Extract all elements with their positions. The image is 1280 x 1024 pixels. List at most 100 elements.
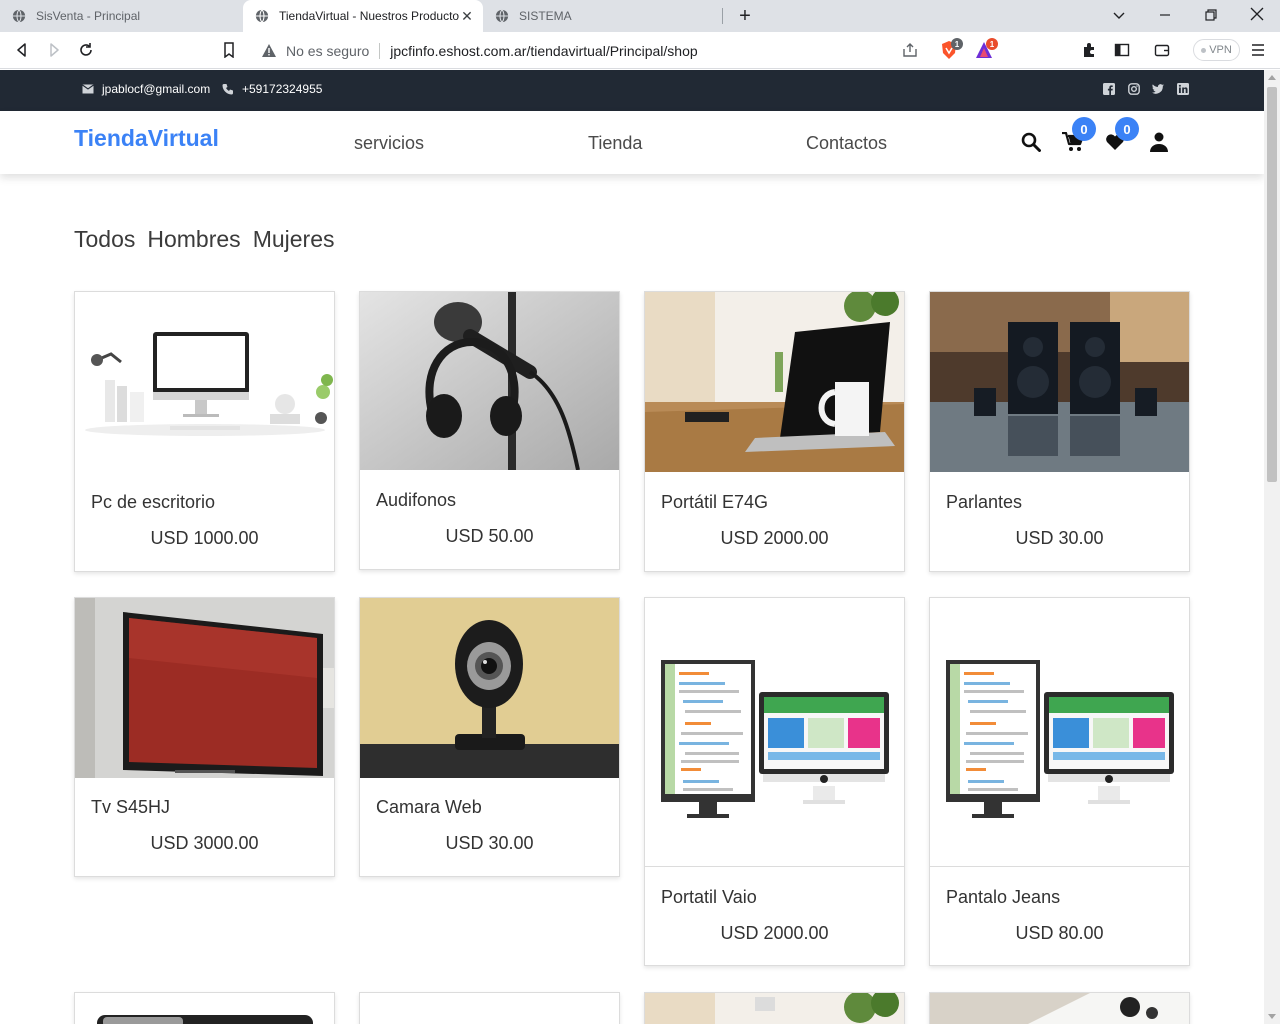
bookmark-icon[interactable] (217, 38, 241, 62)
filter-hombres[interactable]: Hombres (147, 226, 240, 253)
envelope-icon (82, 84, 94, 94)
brave-shields-icon[interactable]: 1 (937, 38, 963, 62)
product-name[interactable]: Camara Web (376, 797, 482, 818)
product-name[interactable]: Portátil E74G (661, 492, 768, 513)
tab-title: SisVenta - Principal (36, 9, 141, 23)
scroll-up-arrow-icon[interactable] (1268, 75, 1276, 80)
cart-count-badge: 0 (1072, 117, 1096, 141)
product-image-speakers[interactable] (930, 292, 1189, 472)
sidebar-icon[interactable] (1110, 38, 1134, 62)
page-scrollbar[interactable] (1264, 70, 1280, 1024)
filter-mujeres[interactable]: Mujeres (253, 226, 335, 253)
product-card[interactable]: Portatil Vaio USD 2000.00 (644, 597, 905, 966)
instagram-icon[interactable] (1128, 83, 1140, 95)
search-icon[interactable] (1020, 131, 1042, 153)
vpn-status-dot (1201, 47, 1207, 53)
close-window-icon[interactable] (1243, 4, 1271, 28)
browser-tabstrip: SisVenta - Principal TiendaVirtual - Nue… (0, 0, 1280, 32)
wishlist-count-badge: 0 (1115, 117, 1139, 141)
facebook-icon[interactable] (1103, 83, 1115, 95)
tab-sistema[interactable]: SISTEMA (483, 0, 723, 32)
nav-link-servicios[interactable]: servicios (354, 133, 424, 154)
product-image-partial[interactable] (930, 993, 1189, 1024)
extensions-puzzle-icon[interactable] (1078, 38, 1102, 62)
product-price: USD 30.00 (1015, 528, 1104, 548)
tab-sisventa[interactable]: SisVenta - Principal (0, 0, 243, 32)
product-name[interactable]: Pc de escritorio (91, 492, 215, 513)
scroll-thumb[interactable] (1267, 87, 1277, 482)
product-image-partial[interactable] (75, 993, 334, 1024)
linkedin-icon[interactable] (1177, 83, 1189, 95)
tab-title: SISTEMA (519, 9, 572, 23)
product-price: USD 3000.00 (150, 833, 259, 853)
product-image-webcam[interactable] (360, 598, 619, 778)
product-card[interactable]: Tv S45HJ USD 3000.00 (74, 597, 335, 877)
tab-search-chevron-icon[interactable] (1105, 4, 1133, 28)
product-price: USD 30.00 (445, 833, 534, 853)
vpn-button[interactable]: VPN (1193, 39, 1240, 61)
filter-todos[interactable]: Todos (74, 226, 135, 253)
product-image-partial[interactable] (645, 993, 904, 1024)
close-tab-icon[interactable]: ✕ (459, 8, 475, 24)
product-name[interactable]: Tv S45HJ (91, 797, 170, 818)
reload-icon[interactable] (74, 38, 98, 62)
product-image-monitors-illustration[interactable] (930, 598, 1189, 867)
product-image-partial[interactable] (360, 993, 619, 1024)
product-image-monitors-illustration[interactable] (645, 598, 904, 867)
warning-icon[interactable] (260, 43, 278, 58)
product-name[interactable]: Pantalo Jeans (946, 887, 1060, 908)
main-navbar: TiendaVirtual servicios Tienda Contactos… (0, 111, 1264, 174)
product-image-desktop-pc[interactable] (75, 292, 334, 472)
brave-rewards-icon[interactable]: 1 (972, 38, 998, 62)
email-contact[interactable]: jpablocf@gmail.com (82, 82, 210, 96)
phone-contact[interactable]: +59172324955 (222, 82, 322, 96)
product-card[interactable]: Parlantes USD 30.00 (929, 291, 1190, 572)
product-name[interactable]: Portatil Vaio (661, 887, 757, 908)
product-card[interactable]: Pc de escritorio USD 1000.00 (74, 291, 335, 572)
nav-link-contactos[interactable]: Contactos (806, 133, 887, 154)
globe-icon (495, 9, 509, 23)
globe-icon (12, 9, 26, 23)
email-text: jpablocf@gmail.com (102, 82, 211, 96)
contact-topbar: jpablocf@gmail.com +59172324955 (0, 70, 1264, 111)
restore-icon[interactable] (1197, 4, 1225, 28)
category-filters: Todos Hombres Mujeres (74, 226, 335, 253)
scroll-down-arrow-icon[interactable] (1268, 1014, 1276, 1019)
browser-toolbar: No es seguro jpcfinfo.eshost.com.ar/tien… (0, 32, 1280, 69)
address-bar[interactable]: No es seguro jpcfinfo.eshost.com.ar/tien… (250, 36, 1002, 65)
twitter-icon[interactable] (1152, 83, 1164, 95)
minimize-icon[interactable] (1151, 4, 1179, 28)
brand-logo[interactable]: TiendaVirtual (74, 125, 219, 152)
user-icon[interactable] (1148, 131, 1170, 153)
product-card[interactable] (74, 992, 335, 1024)
product-price: USD 1000.00 (150, 528, 259, 548)
product-card[interactable] (929, 992, 1190, 1024)
product-price: USD 80.00 (1015, 923, 1104, 943)
product-image-headphones[interactable] (360, 292, 619, 470)
share-icon[interactable] (898, 38, 922, 62)
forward-icon[interactable] (42, 38, 66, 62)
product-name[interactable]: Audifonos (376, 490, 456, 511)
security-label[interactable]: No es seguro (286, 43, 369, 59)
product-card[interactable]: Portátil E74G USD 2000.00 (644, 291, 905, 572)
nav-link-tienda[interactable]: Tienda (588, 133, 642, 154)
wallet-icon[interactable] (1150, 38, 1174, 62)
page-viewport: jpablocf@gmail.com +59172324955 TiendaVi… (0, 70, 1264, 1024)
product-image-laptop[interactable] (645, 292, 904, 472)
product-card[interactable] (359, 992, 620, 1024)
product-card[interactable]: Pantalo Jeans USD 80.00 (929, 597, 1190, 966)
tab-tiendavirtual[interactable]: TiendaVirtual - Nuestros Producto ✕ (243, 0, 483, 32)
product-price: USD 2000.00 (720, 923, 829, 943)
product-card[interactable] (644, 992, 905, 1024)
back-icon[interactable] (10, 38, 34, 62)
product-price: USD 50.00 (445, 526, 534, 546)
new-tab-button[interactable]: + (733, 4, 757, 28)
menu-icon[interactable] (1246, 38, 1270, 62)
product-card[interactable]: Audifonos USD 50.00 (359, 291, 620, 570)
product-card[interactable]: Camara Web USD 30.00 (359, 597, 620, 877)
url-text[interactable]: jpcfinfo.eshost.com.ar/tiendavirtual/Pri… (390, 43, 697, 59)
globe-icon (255, 9, 269, 23)
omnibox-divider (379, 42, 381, 59)
product-name[interactable]: Parlantes (946, 492, 1022, 513)
product-image-tv[interactable] (75, 598, 334, 778)
